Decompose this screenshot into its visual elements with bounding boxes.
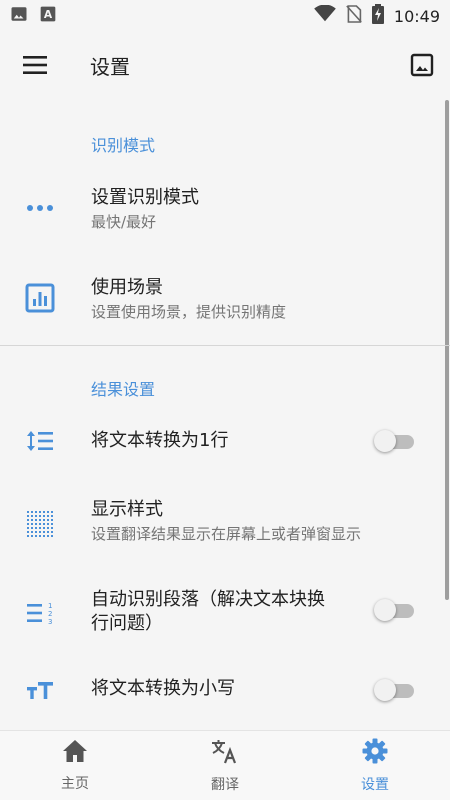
pref-title: 自动识别段落（解决文本块换 [91, 589, 325, 610]
lowercase-switch[interactable] [374, 679, 416, 701]
nav-item-settings[interactable]: 设置 [300, 731, 450, 800]
pref-summary: 最快/最好 [91, 213, 157, 231]
section-header-recognition-mode: 识别模式 [91, 136, 156, 155]
nav-label: 设置 [361, 776, 389, 793]
nav-label: 翻译 [211, 776, 239, 793]
section-header-result-settings: 结果设置 [91, 380, 156, 399]
svg-text:A: A [44, 8, 53, 21]
format-list-numbered-icon: 123 [20, 593, 60, 633]
format-line-spacing-icon [20, 421, 60, 461]
translate-icon [211, 738, 239, 768]
switch-thumb [374, 430, 396, 452]
assessment-icon [20, 278, 60, 318]
nav-item-translate[interactable]: 翻译 [150, 731, 300, 800]
pref-display-style[interactable]: 显示样式 设置翻译结果显示在屏幕上或者弹窗显示 [0, 490, 450, 560]
battery-charging-icon [371, 4, 384, 28]
pref-convert-lowercase[interactable]: 将文本转换为小写 [0, 660, 450, 720]
pref-title: 将文本转换为1行 [91, 430, 229, 451]
more-horiz-icon [20, 188, 60, 228]
bottom-navigation: 主页 翻译 设置 [0, 730, 450, 800]
switch-thumb [374, 599, 396, 621]
svg-text:3: 3 [48, 618, 52, 625]
pref-title: 将文本转换为小写 [91, 678, 235, 699]
nav-label: 主页 [61, 775, 89, 792]
hamburger-menu-icon[interactable] [0, 32, 70, 98]
section-divider [0, 345, 450, 346]
settings-list[interactable]: 识别模式 设置识别模式 最快/最好 使用场景 设置使用场景，提供识别精度 结果设… [0, 98, 450, 730]
pref-usage-scenario[interactable]: 使用场景 设置使用场景，提供识别精度 [0, 258, 450, 338]
text-size-icon [20, 670, 60, 710]
app-bar: 设置 [0, 32, 450, 98]
pref-auto-paragraph[interactable]: 123 自动识别段落（解决文本块换 行问题） [0, 578, 450, 648]
dotted-grid-icon [20, 504, 60, 544]
settings-icon [362, 738, 388, 768]
nav-item-home[interactable]: 主页 [0, 731, 150, 800]
image-notification-icon [10, 5, 28, 27]
pref-title: 使用场景 [91, 277, 163, 298]
wifi-icon [314, 4, 336, 27]
pref-convert-to-one-line[interactable]: 将文本转换为1行 [0, 412, 450, 470]
status-bar: A 10:49 [0, 0, 450, 32]
status-time: 10:49 [393, 6, 440, 26]
image-icon[interactable] [394, 32, 450, 98]
svg-text:1: 1 [48, 602, 52, 610]
auto-paragraph-switch[interactable] [374, 599, 416, 621]
one-line-switch[interactable] [374, 430, 416, 452]
switch-thumb [374, 679, 396, 701]
text-notification-icon: A [40, 6, 56, 26]
pref-title: 设置识别模式 [91, 187, 199, 208]
pref-title: 显示样式 [91, 499, 163, 520]
pref-recognition-mode[interactable]: 设置识别模式 最快/最好 [0, 168, 450, 248]
pref-summary: 设置翻译结果显示在屏幕上或者弹窗显示 [91, 525, 362, 543]
pref-title-line2: 行问题） [91, 613, 163, 634]
svg-text:2: 2 [48, 610, 52, 618]
home-icon [62, 739, 88, 767]
no-sim-icon [346, 5, 362, 27]
pref-summary: 设置使用场景，提供识别精度 [91, 303, 287, 321]
page-title: 设置 [90, 54, 130, 79]
